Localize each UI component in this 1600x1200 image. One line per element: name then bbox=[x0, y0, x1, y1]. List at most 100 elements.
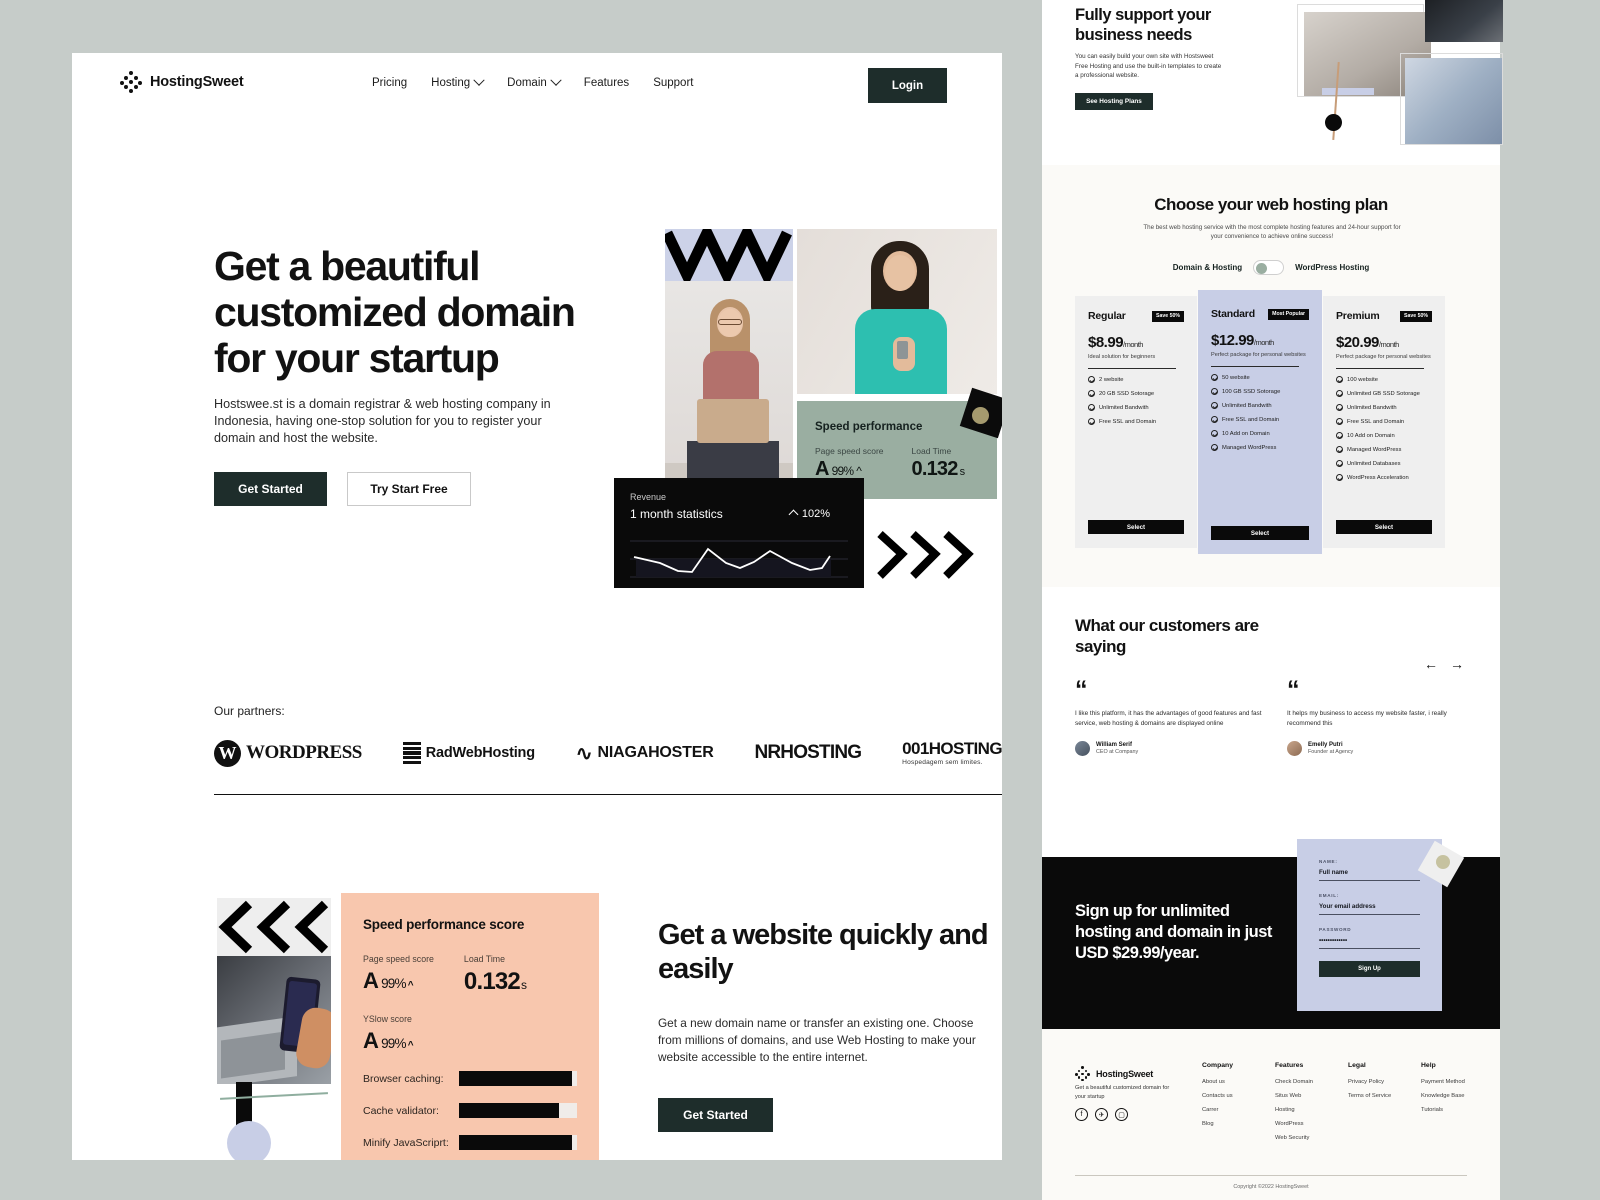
nav-link-pricing[interactable]: Pricing bbox=[372, 77, 407, 89]
footer-link[interactable]: Situs Web bbox=[1275, 1093, 1348, 1099]
footer-column-legal: Legal Privacy Policy Terms of Service bbox=[1348, 1062, 1421, 1149]
see-hosting-plans-button[interactable]: See Hosting Plans bbox=[1075, 93, 1153, 110]
nav-link-features[interactable]: Features bbox=[584, 77, 629, 89]
plan-feature: Unlimited Bandwith bbox=[1088, 404, 1184, 411]
diamond-dots-icon bbox=[1075, 1066, 1090, 1082]
login-button[interactable]: Login bbox=[868, 68, 947, 103]
speed-performance-score-card: Speed performance score Page speed score… bbox=[341, 893, 599, 1160]
footer: HostingSweet Get a beautiful customized … bbox=[1042, 1029, 1500, 1200]
load-time-label: Load Time bbox=[463, 954, 505, 964]
nav-link-support[interactable]: Support bbox=[653, 77, 693, 89]
wordpress-icon: W bbox=[214, 739, 241, 767]
select-plan-standard-button[interactable]: Select bbox=[1211, 526, 1309, 540]
footer-link-columns: Company About us Contacts us Carrer Blog… bbox=[1202, 1062, 1494, 1149]
password-input[interactable]: ••••••••••••• bbox=[1319, 937, 1420, 949]
testimonial-role: CEO at Company bbox=[1096, 749, 1139, 756]
partner-logo-niagahoster[interactable]: ∿ NIAGAHOSTER bbox=[576, 741, 714, 766]
check-circle-icon bbox=[1088, 404, 1095, 411]
section2-get-started-button[interactable]: Get Started bbox=[658, 1098, 773, 1132]
nav-label: Features bbox=[583, 77, 630, 89]
load-time-value: 0.132 bbox=[463, 968, 521, 995]
footer-link[interactable]: Contacts us bbox=[1202, 1093, 1275, 1099]
nav-link-domain[interactable]: Domain bbox=[507, 74, 562, 89]
arrow-left-icon[interactable]: ← bbox=[1424, 657, 1438, 671]
instagram-icon[interactable]: ▢ bbox=[1115, 1108, 1128, 1121]
try-start-free-button[interactable]: Try Start Free bbox=[347, 472, 471, 506]
hero-subtitle: Hostswee.st is a domain registrar & web … bbox=[214, 397, 551, 445]
plan-feature-label: Unlimited Bandwith bbox=[1222, 402, 1272, 409]
load-time-block: Load Time 0.132 s bbox=[463, 954, 527, 996]
footer-brand[interactable]: HostingSweet bbox=[1075, 1066, 1154, 1082]
testimonials-title: What our customers are saying bbox=[1075, 616, 1259, 656]
footer-link[interactable]: Privacy Policy bbox=[1348, 1079, 1421, 1085]
footer-link[interactable]: WordPress bbox=[1275, 1121, 1348, 1127]
partner-name: NIAGAHOSTER bbox=[597, 744, 714, 761]
hero-photo-woman-phone bbox=[797, 229, 997, 394]
yslow-grade: A bbox=[363, 1028, 379, 1053]
circle-decoration-icon bbox=[1325, 114, 1342, 131]
revenue-change: 102% bbox=[788, 508, 830, 520]
footer-link[interactable]: Blog bbox=[1202, 1121, 1275, 1127]
check-circle-icon bbox=[1088, 390, 1095, 397]
plan-feature-label: Unlimited GB SSD Sotorage bbox=[1347, 390, 1420, 397]
plan-feature-label: Managed WordPress bbox=[1347, 446, 1402, 453]
check-circle-icon bbox=[1336, 474, 1343, 481]
footer-column-heading: Help bbox=[1421, 1062, 1436, 1069]
plan-feature: Free SSL and Domain bbox=[1088, 418, 1184, 425]
plan-desc: Perfect package for personal websites bbox=[1211, 352, 1306, 358]
footer-link[interactable]: Knowledge Base bbox=[1421, 1093, 1494, 1099]
signup-button[interactable]: Sign Up bbox=[1319, 961, 1420, 977]
metric-bar-label: Browser caching: bbox=[363, 1072, 444, 1085]
partner-logo-radwebhosting[interactable]: RadWebHosting bbox=[402, 742, 535, 764]
pricing-cards: Regular Save 50% $8.99/month Ideal solut… bbox=[1075, 290, 1445, 554]
password-field-group: PASSWORD ••••••••••••• bbox=[1319, 927, 1420, 949]
right-page-panel: Fully support your business needs You ca… bbox=[1042, 0, 1500, 1200]
metric-bar-track bbox=[459, 1135, 577, 1150]
select-plan-regular-button[interactable]: Select bbox=[1088, 520, 1184, 534]
pricing-toggle[interactable] bbox=[1253, 260, 1285, 275]
zigzag-decoration-icon bbox=[665, 229, 793, 281]
footer-link[interactable]: Tutorials bbox=[1421, 1107, 1494, 1113]
yslow-block: YSlow score A 99% ^ bbox=[363, 1014, 577, 1054]
plan-badge: Most Popular bbox=[1268, 308, 1309, 320]
top-navbar: HostingSweet Pricing Hosting Domain Feat… bbox=[72, 53, 1002, 117]
footer-link[interactable]: Terms of Service bbox=[1348, 1093, 1421, 1099]
nav-link-hosting[interactable]: Hosting bbox=[431, 74, 485, 89]
twitter-icon[interactable]: ✈ bbox=[1095, 1108, 1108, 1121]
footer-link[interactable]: Carrer bbox=[1202, 1107, 1275, 1113]
nav-label: Domain bbox=[507, 77, 547, 89]
footer-link[interactable]: Web Security bbox=[1275, 1135, 1348, 1141]
footer-link[interactable]: Check Domain bbox=[1275, 1079, 1348, 1085]
metric-bars: Browser caching: Cache validator: Minify… bbox=[363, 1071, 577, 1150]
footer-link[interactable]: Payment Method bbox=[1421, 1079, 1494, 1085]
pricing-section: Choose your web hosting plan The best we… bbox=[1042, 165, 1500, 587]
partner-name: 001HOSTING bbox=[902, 738, 1002, 758]
arrow-right-icon[interactable]: → bbox=[1450, 657, 1464, 671]
partner-logo-001hosting[interactable]: 001HOSTING Hospedagem sem limites. bbox=[902, 740, 1002, 767]
check-circle-icon bbox=[1336, 376, 1343, 383]
page-root: HostingSweet Pricing Hosting Domain Feat… bbox=[0, 0, 1600, 1200]
email-input[interactable]: Your email address bbox=[1319, 903, 1420, 915]
footer-link[interactable]: About us bbox=[1202, 1079, 1275, 1085]
page-speed-label: Page speed score bbox=[815, 446, 884, 456]
page-speed-metric: Page speed score A 99% ^ bbox=[815, 446, 884, 480]
footer-brand-name: HostingSweet bbox=[1096, 1068, 1154, 1079]
footer-column-features: Features Check Domain Situs Web Hosting … bbox=[1275, 1062, 1348, 1149]
plan-feature-label: 100 website bbox=[1347, 376, 1378, 383]
brand-logo[interactable]: HostingSweet bbox=[120, 71, 244, 93]
get-started-button[interactable]: Get Started bbox=[214, 472, 327, 506]
partner-logo-nrhosting[interactable]: NRHOSTING bbox=[754, 742, 862, 764]
facebook-icon[interactable]: f bbox=[1075, 1108, 1088, 1121]
select-plan-premium-button[interactable]: Select bbox=[1336, 520, 1432, 534]
testimonial-card: “ I like this platform, it has the advan… bbox=[1075, 678, 1265, 756]
hero-revenue-card: Revenue 1 month statistics 102% bbox=[614, 478, 864, 588]
name-input[interactable]: Full name bbox=[1319, 869, 1420, 881]
footer-link[interactable]: Hosting bbox=[1275, 1107, 1348, 1113]
testimonial-name: William Serif bbox=[1096, 741, 1132, 748]
check-circle-icon bbox=[1211, 416, 1218, 423]
plan-feature-label: 10 Add on Domain bbox=[1222, 430, 1270, 437]
avatar bbox=[1287, 741, 1302, 756]
metric-bar-label: Cache validator: bbox=[363, 1104, 439, 1117]
partner-logo-wordpress[interactable]: W WORDPRESS bbox=[214, 739, 362, 767]
support-subtitle: You can easily build your own site with … bbox=[1075, 53, 1222, 79]
